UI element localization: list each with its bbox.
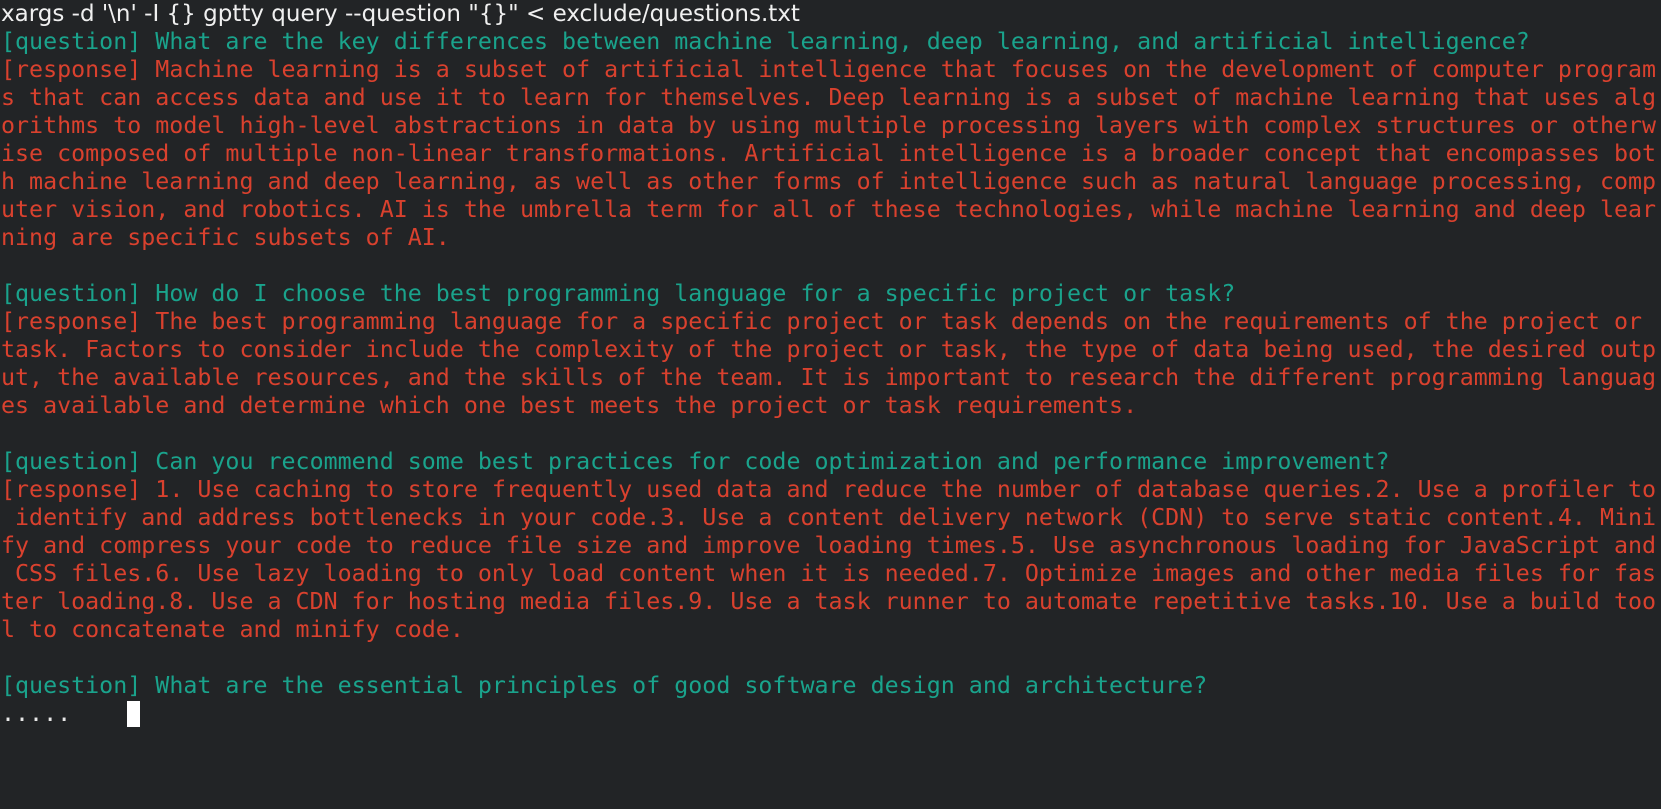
question-line-4: [question] What are the essential princi… <box>1 672 1661 700</box>
terminal-window[interactable]: xargs -d '\n' -I {} gptty query --questi… <box>0 0 1661 809</box>
progress-dots: ..... <box>1 700 128 727</box>
response-line-2-1: task. Factors to consider include the co… <box>1 336 1657 363</box>
response-tag: [response] <box>1 56 142 83</box>
question-tag: [question] <box>1 28 142 55</box>
question-tag: [question] <box>1 672 142 699</box>
response-line-1-2: orithms to model high-level abstractions… <box>1 112 1657 139</box>
response-line-3-0: [response] 1. Use caching to store frequ… <box>1 476 1661 504</box>
question-text-3: Can you recommend some best practices fo… <box>141 448 1390 475</box>
response-line-3-4: ter loading.8. Use a CDN for hosting med… <box>1 588 1657 615</box>
response-line-1-5: uter vision, and robotics. AI is the umb… <box>1 196 1657 223</box>
response-line-1-1: s that can access data and use it to lea… <box>1 84 1657 111</box>
question-text-4: What are the essential principles of goo… <box>141 672 1208 699</box>
response-tag: [response] <box>1 476 142 503</box>
question-line-1: [question] What are the key differences … <box>1 28 1661 56</box>
question-text-1: What are the key differences between mac… <box>141 28 1530 55</box>
command-line: xargs -d '\n' -I {} gptty query --questi… <box>1 1 800 27</box>
response-line-2-2: ut, the available resources, and the ski… <box>1 364 1657 391</box>
terminal-cursor[interactable] <box>127 701 141 727</box>
response-line-2-0: [response] The best programming language… <box>1 308 1661 336</box>
response-line-1-6: ning are specific subsets of AI. <box>1 224 450 251</box>
progress-line: ..... <box>1 700 1661 728</box>
response-tag: [response] <box>1 308 142 335</box>
question-text-2: How do I choose the best programming lan… <box>141 280 1236 307</box>
response-line-3-1: identify and address bottlenecks in your… <box>1 504 1657 531</box>
question-tag: [question] <box>1 280 142 307</box>
response-line-2-3: es available and determine which one bes… <box>1 392 1138 419</box>
response-text: Machine learning is a subset of artifici… <box>141 56 1657 83</box>
response-line-3-3: CSS files.6. Use lazy loading to only lo… <box>1 560 1657 587</box>
response-line-1-4: h machine learning and deep learning, as… <box>1 168 1657 195</box>
response-line-1-3: ise composed of multiple non-linear tran… <box>1 140 1657 167</box>
question-line-3: [question] Can you recommend some best p… <box>1 448 1661 476</box>
question-tag: [question] <box>1 448 142 475</box>
response-text: The best programming language for a spec… <box>141 308 1643 335</box>
response-line-3-2: fy and compress your code to reduce file… <box>1 532 1657 559</box>
response-text: 1. Use caching to store frequently used … <box>141 476 1657 503</box>
question-line-2: [question] How do I choose the best prog… <box>1 280 1661 308</box>
response-line-3-5: l to concatenate and minify code. <box>1 616 464 643</box>
response-line-1-0: [response] Machine learning is a subset … <box>1 56 1661 84</box>
